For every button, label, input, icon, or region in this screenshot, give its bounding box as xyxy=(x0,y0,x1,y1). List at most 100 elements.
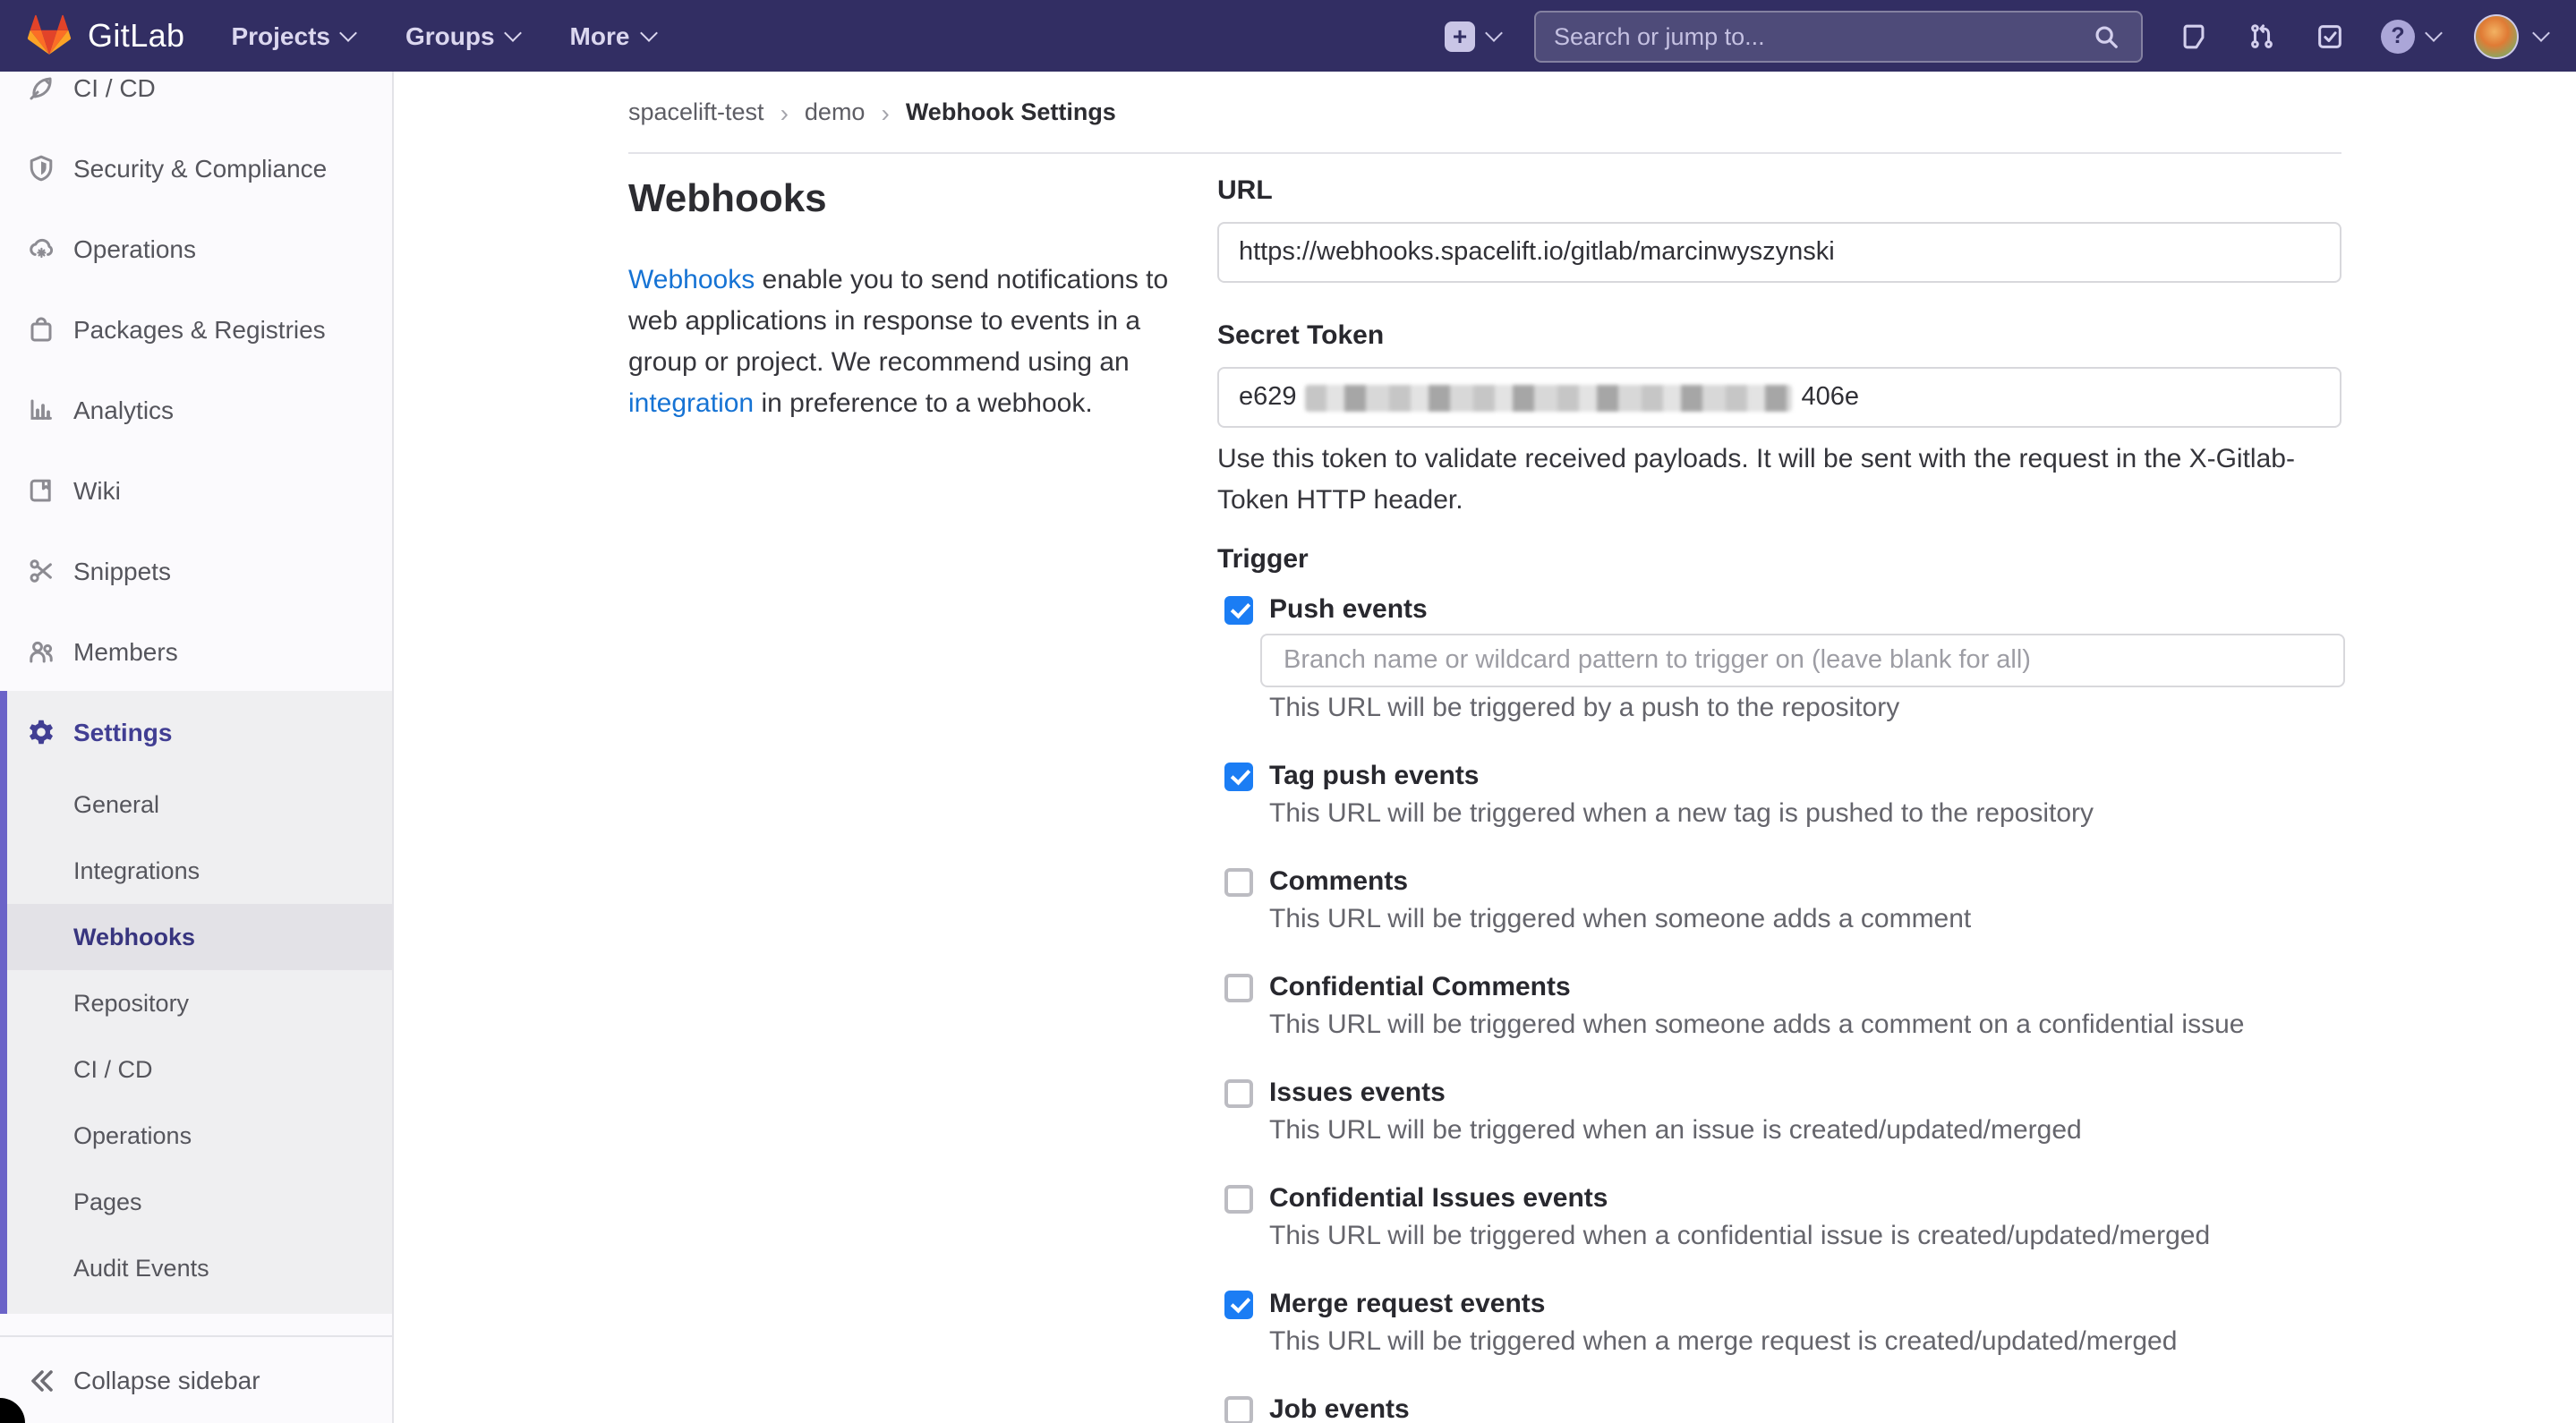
breadcrumb-group[interactable]: spacelift-test xyxy=(628,98,764,125)
settings-submenu-item-repository[interactable]: Repository xyxy=(7,970,392,1036)
description-link-webhooks[interactable]: Webhooks xyxy=(628,265,755,295)
sidebar-item-operations[interactable]: Operations xyxy=(0,208,392,288)
search-icon xyxy=(2089,19,2123,53)
sidebar-item-wiki[interactable]: Wiki xyxy=(0,449,392,530)
trigger-label: Job events xyxy=(1269,1393,1410,1423)
todo-check-icon[interactable] xyxy=(2313,19,2347,53)
trigger-checkbox-comments[interactable] xyxy=(1224,867,1253,896)
settings-submenu-item-ci-cd[interactable]: CI / CD xyxy=(7,1036,392,1103)
trigger-checkbox-job-events[interactable] xyxy=(1224,1395,1253,1423)
trigger-checkbox-issues-events[interactable] xyxy=(1224,1078,1253,1107)
trigger-group-tag-push-events: Tag push events This URL will be trigger… xyxy=(1217,759,2341,831)
sidebar-item-security-compliance[interactable]: Security & Compliance xyxy=(0,127,392,208)
breadcrumb: spacelift-test › demo › Webhook Settings xyxy=(628,72,2341,154)
merge-request-icon[interactable] xyxy=(2245,19,2279,53)
sidebar-item-snippets[interactable]: Snippets xyxy=(0,530,392,610)
sidebar-item-label: Analytics xyxy=(73,395,174,423)
chevron-down-icon xyxy=(640,23,658,41)
branch-filter-input[interactable]: Branch name or wildcard pattern to trigg… xyxy=(1260,634,2345,687)
sidebar-item-label: Packages & Registries xyxy=(73,314,326,343)
page-title: Webhooks xyxy=(628,174,1183,222)
gear-icon xyxy=(27,717,55,746)
chevron-down-icon xyxy=(505,23,523,41)
sidebar-item-settings[interactable]: Settings xyxy=(7,691,392,771)
new-menu-button[interactable]: + xyxy=(1445,21,1500,51)
main-content: spacelift-test › demo › Webhook Settings… xyxy=(394,72,2576,1423)
breadcrumb-separator: › xyxy=(881,98,889,126)
description-link-integration[interactable]: integration xyxy=(628,388,754,419)
trigger-description: This URL will be triggered when a new ta… xyxy=(1217,797,2341,831)
issues-icon[interactable] xyxy=(2177,19,2211,53)
chevron-down-icon xyxy=(1485,23,1503,41)
settings-submenu-item-integrations[interactable]: Integrations xyxy=(7,838,392,904)
plus-icon: + xyxy=(1445,21,1475,51)
trigger-group-issues-events: Issues events This URL will be triggered… xyxy=(1217,1076,2341,1147)
gitlab-window: GitLab Projects Groups More + Search or … xyxy=(0,0,2576,1423)
settings-submenu-item-audit-events[interactable]: Audit Events xyxy=(7,1235,392,1301)
submenu-item-label: Repository xyxy=(73,990,189,1017)
sidebar-item-packages-registries[interactable]: Packages & Registries xyxy=(0,288,392,369)
top-navbar: GitLab Projects Groups More + Search or … xyxy=(0,0,2576,72)
nav-menu-projects[interactable]: Projects xyxy=(231,21,355,50)
secret-token-value-start: e629 xyxy=(1239,383,1297,412)
sidebar-item-label: CI / CD xyxy=(73,72,156,101)
secret-token-value-end: 406e xyxy=(1802,383,1860,412)
trigger-checkbox-confidential-issues-events[interactable] xyxy=(1224,1184,1253,1213)
cloud-gear-icon xyxy=(27,234,55,262)
nav-menu-more[interactable]: More xyxy=(570,21,655,50)
sidebar-item-label: Wiki xyxy=(73,475,121,504)
trigger-checkbox-merge-request-events[interactable] xyxy=(1224,1290,1253,1318)
trigger-description: This URL will be triggered when someone … xyxy=(1217,1008,2341,1042)
avatar xyxy=(2474,13,2519,58)
collapse-sidebar-button[interactable]: Collapse sidebar xyxy=(0,1335,392,1423)
trigger-list: Push events Branch name or wildcard patt… xyxy=(1217,592,2341,1423)
sidebar-item-label: Members xyxy=(73,636,178,665)
trigger-group-comments: Comments This URL will be triggered when… xyxy=(1217,865,2341,936)
trigger-checkbox-confidential-comments[interactable] xyxy=(1224,973,1253,1001)
collapse-icon xyxy=(27,1366,55,1394)
nav-menu-groups[interactable]: Groups xyxy=(405,21,520,50)
sidebar-item-members[interactable]: Members xyxy=(0,610,392,691)
gitlab-tanuki-logo-icon[interactable] xyxy=(27,14,72,57)
search-input[interactable]: Search or jump to... xyxy=(1534,10,2143,62)
trigger-checkbox-push-events[interactable] xyxy=(1224,595,1253,624)
chevron-down-icon xyxy=(2532,23,2550,41)
secret-token-input[interactable]: e629 406e xyxy=(1217,367,2341,428)
submenu-item-label: Webhooks xyxy=(73,924,195,950)
trigger-label: Merge request events xyxy=(1269,1287,1545,1321)
help-menu-button[interactable]: ? xyxy=(2381,19,2440,53)
sidebar-item-ci-cd[interactable]: CI / CD xyxy=(0,72,392,127)
settings-submenu-item-webhooks[interactable]: Webhooks xyxy=(7,904,392,970)
trigger-description: This URL will be triggered when a merge … xyxy=(1217,1325,2341,1359)
collapse-sidebar-label: Collapse sidebar xyxy=(73,1366,260,1394)
submenu-item-label: Audit Events xyxy=(73,1255,209,1282)
trigger-checkbox-tag-push-events[interactable] xyxy=(1224,762,1253,790)
sidebar-main-items: CI / CD Security & Compliance Operations… xyxy=(0,72,392,691)
secret-token-help: Use this token to validate received payl… xyxy=(1217,439,2331,521)
user-menu-button[interactable] xyxy=(2474,13,2547,58)
url-input[interactable]: https://webhooks.spacelift.io/gitlab/mar… xyxy=(1217,222,2341,283)
submenu-item-label: General xyxy=(73,791,159,818)
chevron-down-icon xyxy=(2425,23,2443,41)
trigger-group-merge-request-events: Merge request events This URL will be tr… xyxy=(1217,1287,2341,1359)
trigger-label: Confidential Comments xyxy=(1269,970,1571,1004)
breadcrumb-project[interactable]: demo xyxy=(805,98,866,125)
gitlab-wordmark[interactable]: GitLab xyxy=(88,17,184,55)
navbar-menus: Projects Groups More xyxy=(231,21,654,50)
secret-token-redacted xyxy=(1306,384,1793,411)
sidebar-item-analytics[interactable]: Analytics xyxy=(0,369,392,449)
url-value: https://webhooks.spacelift.io/gitlab/mar… xyxy=(1239,238,1835,267)
trigger-label: Push events xyxy=(1269,592,1428,626)
trigger-group-job-events: Job events This URL will be triggered wh… xyxy=(1217,1393,2341,1423)
url-label: URL xyxy=(1217,174,2341,208)
submenu-item-label: Pages xyxy=(73,1189,142,1215)
settings-submenu-item-general[interactable]: General xyxy=(7,771,392,838)
trigger-label: Tag push events xyxy=(1269,759,1480,793)
sidebar-item-label: Operations xyxy=(73,234,196,262)
settings-submenu-item-operations[interactable]: Operations xyxy=(7,1103,392,1169)
secret-token-label: Secret Token xyxy=(1217,319,2341,353)
settings-submenu-item-pages[interactable]: Pages xyxy=(7,1169,392,1235)
branch-filter-placeholder: Branch name or wildcard pattern to trigg… xyxy=(1284,646,2031,675)
submenu-item-label: Integrations xyxy=(73,857,200,884)
book-icon xyxy=(27,475,55,504)
